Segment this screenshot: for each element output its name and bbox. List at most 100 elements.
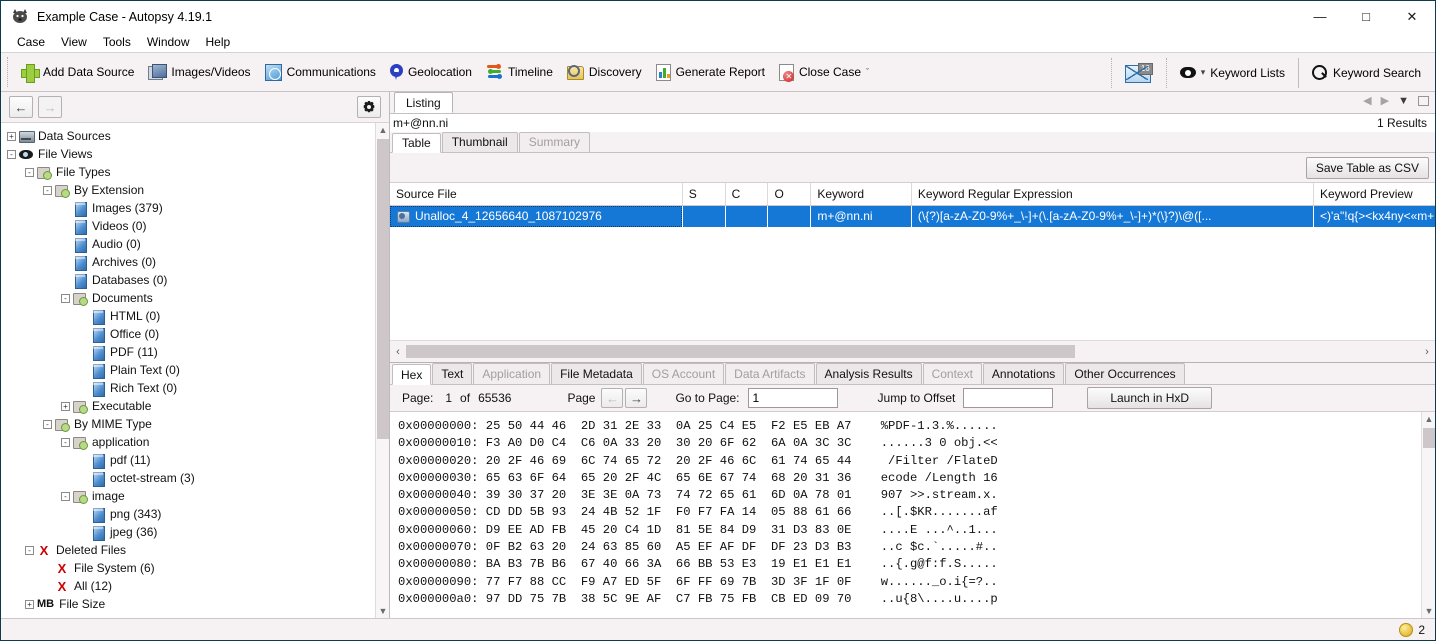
tree-collapse-icon[interactable]: - bbox=[61, 491, 70, 501]
tab-data-artifacts[interactable]: Data Artifacts bbox=[725, 363, 815, 384]
next-page-button[interactable]: → bbox=[625, 388, 648, 408]
tree-expand-icon[interactable]: + bbox=[61, 401, 70, 411]
tab-annotations[interactable]: Annotations bbox=[982, 363, 1065, 384]
prev-page-button[interactable]: ← bbox=[601, 388, 624, 408]
table-row[interactable]: Unalloc_4_12656640_1087102976 m+@nn.ni (… bbox=[390, 205, 1435, 227]
tree-node[interactable]: - X Deleted Files bbox=[1, 541, 389, 559]
tree-node[interactable]: Office (0) bbox=[1, 325, 389, 343]
hscroll-thumb[interactable] bbox=[406, 345, 1075, 358]
tree-node[interactable]: PDF (11) bbox=[1, 343, 389, 361]
tree-node[interactable]: - By Extension bbox=[1, 181, 389, 199]
generate-report-button[interactable]: Generate Report bbox=[649, 55, 772, 89]
menu-help[interactable]: Help bbox=[198, 32, 239, 53]
tab-os-account[interactable]: OS Account bbox=[642, 363, 725, 384]
column-header-s[interactable]: S bbox=[682, 183, 726, 206]
tab-maximize-icon[interactable] bbox=[1418, 95, 1429, 106]
tree-node[interactable]: + Executable bbox=[1, 397, 389, 415]
tab-file-metadata[interactable]: File Metadata bbox=[551, 363, 642, 384]
tree-node[interactable]: jpeg (36) bbox=[1, 523, 389, 541]
column-header-c[interactable]: C bbox=[725, 183, 769, 206]
tree-settings-button[interactable] bbox=[357, 96, 381, 118]
tree-node[interactable]: Audio (0) bbox=[1, 235, 389, 253]
launch-in-hxd-button[interactable]: Launch in HxD bbox=[1087, 387, 1213, 409]
tree-node[interactable]: - By MIME Type bbox=[1, 415, 389, 433]
cell-s[interactable] bbox=[682, 205, 726, 227]
tree-collapse-icon[interactable]: - bbox=[25, 545, 34, 555]
forward-button[interactable]: → bbox=[38, 96, 62, 118]
tab-thumbnail[interactable]: Thumbnail bbox=[441, 132, 518, 152]
cell-o[interactable] bbox=[767, 205, 812, 227]
timeline-button[interactable]: Timeline bbox=[479, 55, 560, 89]
menu-case[interactable]: Case bbox=[9, 32, 53, 53]
tab-analysis-results[interactable]: Analysis Results bbox=[815, 363, 922, 384]
tree-node[interactable]: Plain Text (0) bbox=[1, 361, 389, 379]
tab-summary[interactable]: Summary bbox=[518, 132, 591, 152]
tree-collapse-icon[interactable]: - bbox=[61, 293, 70, 303]
images-videos-button[interactable]: Images/Videos bbox=[141, 55, 257, 89]
tab-listing[interactable]: Listing bbox=[394, 92, 453, 113]
cell-keyword-regex[interactable]: (\{?)[a-zA-Z0-9%+_\-]+(\.[a-zA-Z0-9%+_\-… bbox=[911, 205, 1315, 227]
tree-node[interactable]: X File System (6) bbox=[1, 559, 389, 577]
ingest-messages-button[interactable]: 16 bbox=[1118, 56, 1160, 90]
hex-dump-view[interactable]: 0x00000000: 25 50 44 46 2D 31 2E 33 0A 2… bbox=[390, 412, 1435, 618]
hscroll-right-arrow[interactable]: › bbox=[1419, 346, 1435, 358]
hex-vertical-scrollbar[interactable]: ▲ ▼ bbox=[1421, 412, 1435, 618]
column-header-o[interactable]: O bbox=[767, 183, 812, 206]
cell-source-file[interactable]: Unalloc_4_12656640_1087102976 bbox=[390, 205, 683, 227]
close-case-button[interactable]: Close Case ˇ bbox=[772, 55, 876, 89]
hscroll-track[interactable] bbox=[406, 345, 1419, 358]
tree-expand-icon[interactable]: + bbox=[7, 131, 16, 141]
tree-node[interactable]: HTML (0) bbox=[1, 307, 389, 325]
menu-tools[interactable]: Tools bbox=[95, 32, 139, 53]
hscroll-left-arrow[interactable]: ‹ bbox=[390, 346, 406, 358]
listing-horizontal-scrollbar[interactable]: ‹ › bbox=[390, 340, 1435, 362]
close-button[interactable]: ✕ bbox=[1389, 1, 1435, 32]
add-data-source-button[interactable]: Add Data Source bbox=[14, 55, 141, 89]
tree-node[interactable]: - Documents bbox=[1, 289, 389, 307]
discovery-button[interactable]: Discovery bbox=[560, 55, 649, 89]
menu-view[interactable]: View bbox=[53, 32, 95, 53]
column-header-keyword-preview[interactable]: Keyword Preview bbox=[1313, 183, 1435, 206]
tree-collapse-icon[interactable]: - bbox=[43, 419, 52, 429]
tree-node[interactable]: Videos (0) bbox=[1, 217, 389, 235]
tab-hex[interactable]: Hex bbox=[392, 364, 432, 385]
chevron-down-icon[interactable]: ˇ bbox=[866, 67, 869, 77]
tree-node[interactable]: octet-stream (3) bbox=[1, 469, 389, 487]
tab-list-dropdown-icon[interactable]: ▼ bbox=[1398, 95, 1409, 107]
menu-window[interactable]: Window bbox=[139, 32, 198, 53]
tab-application[interactable]: Application bbox=[473, 363, 551, 384]
tree-expand-icon[interactable]: + bbox=[25, 599, 34, 609]
chevron-down-icon[interactable]: ▾ bbox=[1201, 67, 1206, 78]
goto-page-input[interactable] bbox=[747, 388, 838, 408]
communications-button[interactable]: Communications bbox=[258, 55, 383, 89]
tree-node[interactable]: - File Views bbox=[1, 145, 389, 163]
tree-node[interactable]: Databases (0) bbox=[1, 271, 389, 289]
geolocation-button[interactable]: Geolocation bbox=[383, 55, 479, 89]
column-header-keyword[interactable]: Keyword bbox=[810, 183, 912, 206]
tree-node[interactable]: Images (379) bbox=[1, 199, 389, 217]
cell-c[interactable] bbox=[725, 205, 769, 227]
tree-node[interactable]: png (343) bbox=[1, 505, 389, 523]
tree-collapse-icon[interactable]: - bbox=[61, 437, 70, 447]
tree-collapse-icon[interactable]: - bbox=[25, 167, 34, 177]
minimize-button[interactable]: — bbox=[1297, 1, 1343, 32]
tree-collapse-icon[interactable]: - bbox=[7, 149, 16, 159]
tab-other-occurrences[interactable]: Other Occurrences bbox=[1065, 363, 1185, 384]
tree-node[interactable]: pdf (11) bbox=[1, 451, 389, 469]
tab-context[interactable]: Context bbox=[922, 363, 982, 384]
jump-to-offset-input[interactable] bbox=[963, 388, 1054, 408]
keyword-search-button[interactable]: Keyword Search bbox=[1305, 56, 1435, 90]
back-button[interactable]: ← bbox=[9, 96, 33, 118]
column-header-source-file[interactable]: Source File bbox=[390, 183, 683, 206]
hex-scroll-thumb[interactable] bbox=[1423, 428, 1435, 448]
column-header-keyword-regex[interactable]: Keyword Regular Expression bbox=[911, 183, 1315, 206]
tree-node[interactable]: X All (12) bbox=[1, 577, 389, 595]
tree-node[interactable]: - image bbox=[1, 487, 389, 505]
tree-node[interactable]: - application bbox=[1, 433, 389, 451]
tree-node[interactable]: Archives (0) bbox=[1, 253, 389, 271]
tree-collapse-icon[interactable]: - bbox=[43, 185, 52, 195]
tab-text[interactable]: Text bbox=[432, 363, 473, 384]
directory-tree[interactable]: ▲ ▼ + Data Sources - File Views - File Types -… bbox=[1, 123, 389, 618]
tab-table[interactable]: Table bbox=[392, 133, 441, 153]
cell-keyword[interactable]: m+@nn.ni bbox=[810, 205, 912, 227]
